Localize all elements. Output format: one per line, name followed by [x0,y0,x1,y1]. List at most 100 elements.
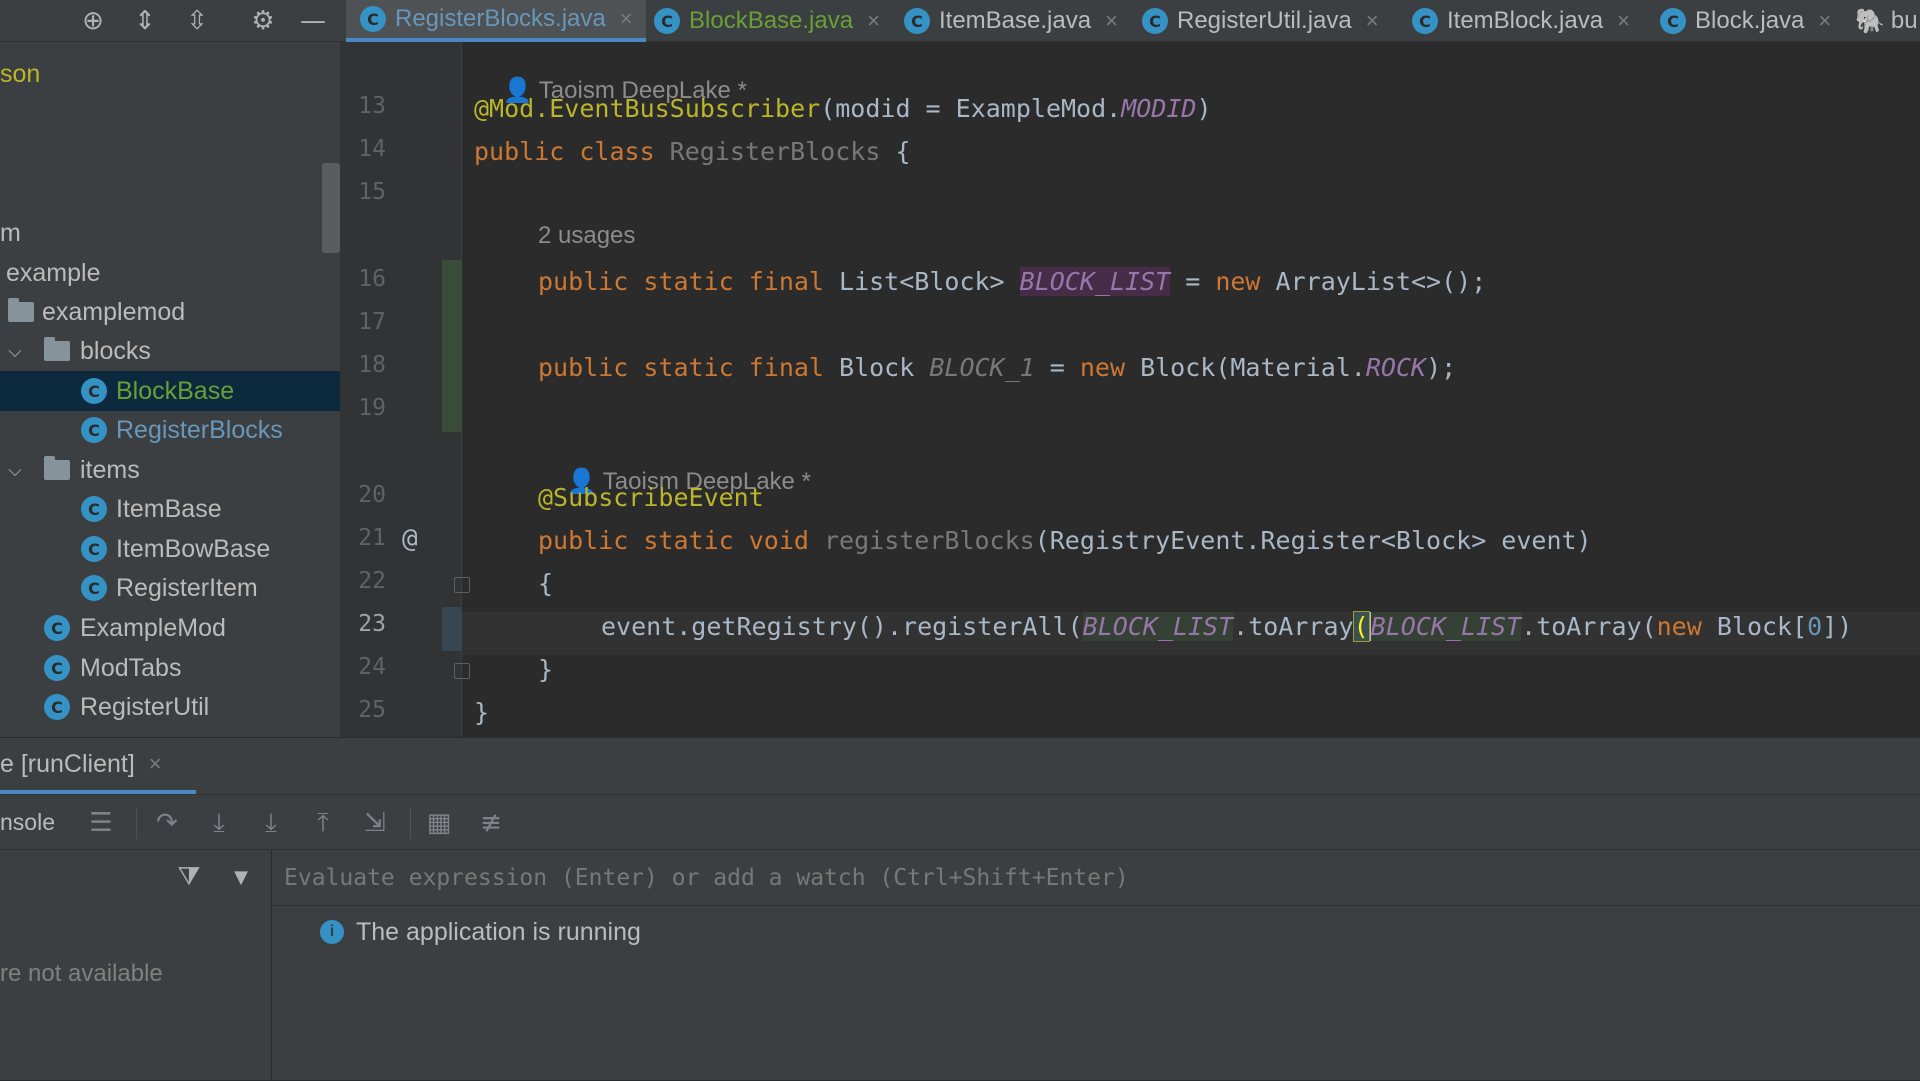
code-token: ) [1196,94,1212,123]
tree-item-registerutil[interactable]: C RegisterUtil [0,687,340,727]
tree-label: RegisterItem [116,573,258,602]
code-line-13[interactable]: @Mod.EventBusSubscriber(modid = ExampleM… [474,87,1212,130]
usages-hint[interactable]: 2 usages [538,222,635,250]
step-out-icon[interactable]: ⤒ [306,806,340,840]
vcs-added-marker[interactable] [442,260,462,432]
class-icon: C [81,496,107,522]
code-line-14[interactable]: public class RegisterBlocks { [474,130,911,173]
tab-itemblock[interactable]: C ItemBlock.java × [1412,0,1652,42]
tree-item-items[interactable]: ⌵ items [0,450,340,490]
line-number: 16 [358,266,386,292]
tab-block[interactable]: C Block.java × [1660,0,1850,42]
code-token: ); [1426,353,1457,382]
tab-runclient[interactable]: e [runClient] × [0,738,196,794]
debug-toolbar: nsole ☰ ↷ ⤓ ⤓ ⤒ ⇲ ▦ ≢ [0,794,1920,850]
chevron-down-icon[interactable]: ▼ [224,860,258,894]
close-icon[interactable]: × [149,751,162,777]
tree-item-itembowbase[interactable]: C ItemBowBase [0,529,340,569]
tab-itembase[interactable]: C ItemBase.java × [904,0,1124,42]
filter-icon[interactable]: ⧩ [172,860,206,894]
collapse-all-icon[interactable]: ⇳ [180,4,214,38]
annotation-token: @SubscribeEvent [538,483,764,512]
tree-item-examplemod[interactable]: examplemod [0,292,340,332]
tree-item-registeritem[interactable]: C RegisterItem [0,568,340,608]
frames-unavailable-text: re not available [0,960,163,987]
trace-icon[interactable]: ≢ [474,806,508,840]
tree-item-registerblocks[interactable]: C RegisterBlocks [0,410,340,450]
code-line-21[interactable]: public static void registerBlocks(Regist… [538,519,1592,562]
vcs-modified-marker[interactable] [442,607,462,651]
tree-item-itembase[interactable]: C ItemBase [0,489,340,529]
close-icon[interactable]: × [1366,8,1379,34]
tree-item-examplemod-class[interactable]: C ExampleMod [0,608,340,648]
static-field-token: BLOCK_LIST [1019,267,1171,296]
close-icon[interactable]: × [1818,8,1831,34]
method-name-token: registerBlocks [823,526,1035,555]
line-number: 15 [358,179,386,205]
run-to-cursor-icon[interactable]: ⇲ [358,806,392,840]
code-token: (RegistryEvent.Register<Block> event) [1034,526,1592,555]
tree-item-blocks[interactable]: ⌵ blocks [0,331,340,371]
debug-tool-window: e [runClient] × nsole ☰ ↷ ⤓ ⤓ ⤒ ⇲ ▦ ≢ ⧩ … [0,737,1920,1081]
static-field-token: MODID [1121,94,1197,123]
tab-console[interactable]: nsole [0,809,55,836]
class-icon: C [81,536,107,562]
chevron-down-icon[interactable]: ⌵ [4,460,26,481]
scrollbar-thumb[interactable] [322,163,340,253]
code-line-18[interactable]: public static final Block BLOCK_1 = new … [538,346,1456,389]
tab-label: ItemBase.java [939,7,1092,34]
code-token: Block(Material. [1140,353,1366,382]
folder-icon [8,298,34,322]
tab-registerblocks[interactable]: C RegisterBlocks.java × [346,0,646,42]
toolbar-separator [410,807,411,839]
step-into-icon[interactable]: ⤓ [202,806,236,840]
project-pane: ⊕ ⇕ ⇳ ⚙ — son m example examplemod ⌵ blo… [0,0,340,737]
editor-tab-bar: C RegisterBlocks.java × C BlockBase.java… [340,0,1920,42]
tree-item-example[interactable]: example [0,253,340,293]
tab-blockbase[interactable]: C BlockBase.java × [654,0,894,42]
tab-registerutil[interactable]: C RegisterUtil.java × [1142,0,1402,42]
fold-icon[interactable] [454,663,470,679]
fold-icon[interactable] [454,577,470,593]
implemented-annotation-icon[interactable]: @ [402,524,418,554]
tab-label: ItemBlock.java [1447,7,1604,34]
annotation-token: @Mod.EventBusSubscriber [474,94,821,123]
tree-item-modtabs[interactable]: C ModTabs [0,648,340,688]
class-icon: C [1142,8,1168,34]
code-token: Block [839,353,930,382]
gear-icon[interactable]: ⚙ [246,4,280,38]
chevron-down-icon[interactable]: ⌵ [4,341,26,362]
close-icon[interactable]: × [620,6,633,32]
close-icon[interactable]: × [1617,8,1630,34]
class-name-token: RegisterBlocks [669,137,881,166]
code-line-22[interactable]: { [538,562,553,605]
code-token: = [1034,353,1080,382]
code-token: ]) [1822,612,1853,641]
evaluate-expression-icon[interactable]: ▦ [422,806,456,840]
code-line-16[interactable]: public static final List<Block> BLOCK_LI… [538,260,1486,303]
evaluate-expression-input[interactable]: Evaluate expression (Enter) or add a wat… [272,850,1920,906]
static-field-token: ROCK [1365,353,1427,382]
step-over-icon[interactable]: ↷ [150,806,184,840]
tree-item-blockbase[interactable]: C BlockBase [0,371,340,411]
line-number: 22 [358,568,386,594]
tab-build[interactable]: 🐘 bu [1855,0,1920,42]
class-icon: C [1412,8,1438,34]
number-token: 0 [1807,612,1823,641]
code-line-25[interactable]: } [474,691,489,734]
hide-icon[interactable]: — [296,4,330,38]
code-line-23[interactable]: event.getRegistry().registerAll(BLOCK_LI… [601,605,1852,648]
code-editor[interactable]: 13 14 15 16 17 18 19 20 21 22 23 24 25 @… [340,42,1920,737]
menu-icon[interactable]: ☰ [84,806,118,840]
class-icon: C [44,694,70,720]
close-icon[interactable]: × [867,8,880,34]
code-line-20[interactable]: @SubscribeEvent [538,476,764,519]
locate-file-icon[interactable]: ⊕ [76,4,110,38]
close-icon[interactable]: × [1105,8,1118,34]
tree-fragment[interactable]: m [0,213,340,253]
tree-fragment[interactable]: son [0,54,340,94]
code-line-24[interactable]: } [538,648,553,691]
expand-all-icon[interactable]: ⇕ [128,4,162,38]
tree-label: RegisterUtil [80,692,210,721]
force-step-into-icon[interactable]: ⤓ [254,806,288,840]
